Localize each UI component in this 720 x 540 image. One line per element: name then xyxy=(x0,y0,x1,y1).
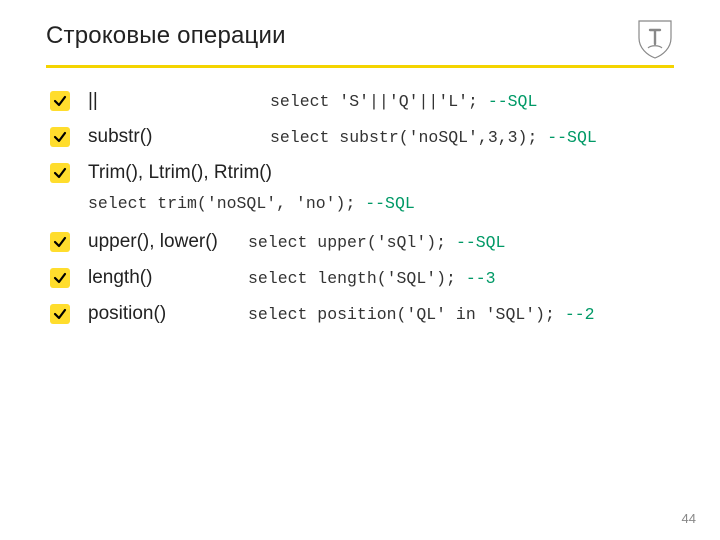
page-number: 44 xyxy=(682,511,696,526)
check-icon xyxy=(50,268,70,288)
title-underline xyxy=(46,65,674,68)
list-item: substr() select substr('noSQL',3,3); --S… xyxy=(50,126,674,148)
item-code: select position('QL' in 'SQL'); --2 xyxy=(248,305,595,324)
code-comment: --SQL xyxy=(456,233,506,252)
title-row: Строковые операции xyxy=(46,22,674,65)
item-label: length() xyxy=(88,267,248,289)
item-label: Trim(), Ltrim(), Rtrim() xyxy=(88,162,272,184)
item-code: select 'S'||'Q'||'L'; --SQL xyxy=(270,92,537,111)
check-icon xyxy=(50,304,70,324)
list-item: length() select length('SQL'); --3 xyxy=(50,267,674,289)
check-icon xyxy=(50,127,70,147)
code-comment: --SQL xyxy=(547,128,597,147)
list-item: upper(), lower() select upper('sQl'); --… xyxy=(50,231,674,253)
code-comment: --SQL xyxy=(365,194,415,213)
item-code: select upper('sQl'); --SQL xyxy=(248,233,505,252)
page-title: Строковые операции xyxy=(46,22,286,60)
code-comment: --2 xyxy=(565,305,595,324)
content: || select 'S'||'Q'||'L'; --SQL substr() … xyxy=(46,90,674,325)
check-icon xyxy=(50,232,70,252)
code-comment: --3 xyxy=(466,269,496,288)
list-item: || select 'S'||'Q'||'L'; --SQL xyxy=(50,90,674,112)
list-item: Trim(), Ltrim(), Rtrim() xyxy=(50,162,674,184)
item-code: select substr('noSQL',3,3); --SQL xyxy=(270,128,597,147)
item-label: upper(), lower() xyxy=(88,231,248,253)
shield-logo-icon xyxy=(636,18,674,65)
check-icon xyxy=(50,163,70,183)
item-code: select length('SQL'); --3 xyxy=(248,269,496,288)
item-label: || xyxy=(88,90,270,112)
item-label: substr() xyxy=(88,126,270,148)
check-icon xyxy=(50,91,70,111)
item-code: select trim('noSQL', 'no'); --SQL xyxy=(88,194,674,213)
list-item: position() select position('QL' in 'SQL'… xyxy=(50,303,674,325)
code-comment: --SQL xyxy=(488,92,538,111)
item-label: position() xyxy=(88,303,248,325)
slide: Строковые операции || select 'S'||'Q'||'… xyxy=(0,0,720,540)
